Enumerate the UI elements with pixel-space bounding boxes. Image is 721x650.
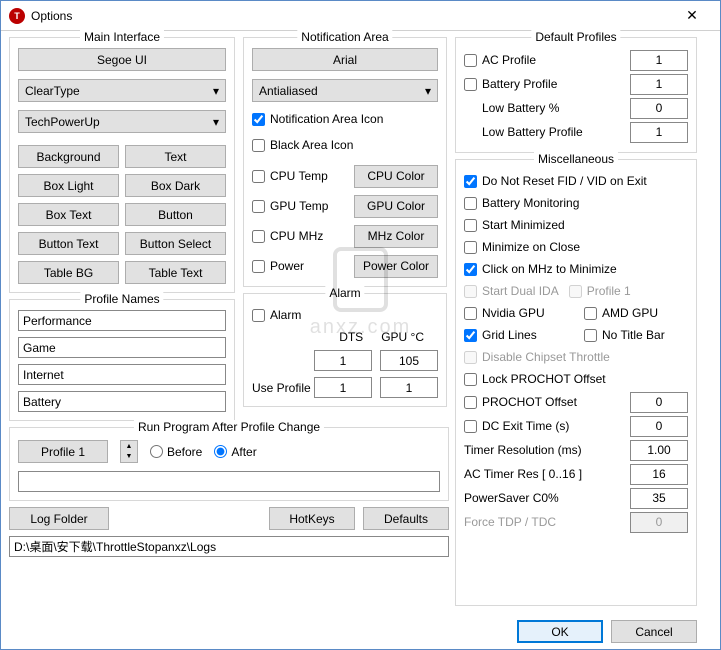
after-radio[interactable]: After (214, 445, 256, 459)
close-button[interactable]: ✕ (672, 3, 712, 29)
profile-spinner[interactable]: ▲▼ (120, 440, 138, 463)
boxtext-btn[interactable]: Box Text (18, 203, 119, 226)
profile-4-input[interactable] (18, 391, 226, 412)
lowbat-profile-val[interactable] (630, 122, 688, 143)
timer-res-val[interactable] (630, 440, 688, 461)
chipset-chk: Disable Chipset Throttle (464, 346, 688, 368)
notif-icon-chk[interactable]: Notification Area Icon (252, 108, 438, 130)
boxlight-btn[interactable]: Box Light (18, 174, 119, 197)
run-after-group: Run Program After Profile Change Profile… (9, 427, 449, 501)
profile-names-group: Profile Names (9, 299, 235, 421)
chevron-down-icon: ▾ (213, 84, 219, 98)
no-reset-chk[interactable]: Do Not Reset FID / VID on Exit (464, 170, 688, 192)
profile-select-btn[interactable]: Profile 1 (18, 440, 108, 463)
nvidia-chk[interactable]: Nvidia GPU (464, 302, 574, 324)
tabletext-btn[interactable]: Table Text (125, 261, 226, 284)
notitle-chk[interactable]: No Title Bar (584, 324, 665, 346)
profile1-chk: Profile 1 (569, 280, 631, 302)
powersaver-val[interactable] (630, 488, 688, 509)
bg-btn[interactable]: Background (18, 145, 119, 168)
click-mhz-chk[interactable]: Click on MHz to Minimize (464, 258, 688, 280)
use-dts-input[interactable] (314, 377, 372, 398)
ok-button[interactable]: OK (517, 620, 603, 643)
notif-font-btn[interactable]: Arial (252, 48, 438, 71)
gpuc-input[interactable] (380, 350, 438, 371)
bat-mon-chk[interactable]: Battery Monitoring (464, 192, 688, 214)
chevron-down-icon: ▾ (213, 115, 219, 129)
profile-3-input[interactable] (18, 364, 226, 385)
ac-profile-val[interactable] (630, 50, 688, 71)
cpu-temp-chk[interactable]: CPU Temp (252, 165, 328, 187)
dts-input[interactable] (314, 350, 372, 371)
bat-profile-chk[interactable]: Battery Profile (464, 73, 557, 95)
bat-profile-val[interactable] (630, 74, 688, 95)
button-btn[interactable]: Button (125, 203, 226, 226)
notification-group: Notification Area Arial Antialiased▾ Not… (243, 37, 447, 287)
lowbat-pct-val[interactable] (630, 98, 688, 119)
notif-render-select[interactable]: Antialiased▾ (252, 79, 438, 102)
misc-group: Miscellaneous Do Not Reset FID / VID on … (455, 159, 697, 606)
window-title: Options (31, 9, 672, 23)
default-profiles-group: Default Profiles AC Profile Battery Prof… (455, 37, 697, 153)
ac-profile-chk[interactable]: AC Profile (464, 49, 536, 71)
alarm-group: Alarm Alarm DTSGPU °C Use Profile (243, 293, 447, 407)
gridlines-chk[interactable]: Grid Lines (464, 324, 574, 346)
dc-exit-chk[interactable]: DC Exit Time (s) (464, 415, 569, 437)
tablebg-btn[interactable]: Table BG (18, 261, 119, 284)
start-min-chk[interactable]: Start Minimized (464, 214, 688, 236)
ac-timer-val[interactable] (630, 464, 688, 485)
cancel-button[interactable]: Cancel (611, 620, 697, 643)
dc-exit-val[interactable] (630, 416, 688, 437)
text-btn[interactable]: Text (125, 145, 226, 168)
prochot-offset-val[interactable] (630, 392, 688, 413)
boxdark-btn[interactable]: Box Dark (125, 174, 226, 197)
run-path-input[interactable] (18, 471, 440, 492)
buttontext-btn[interactable]: Button Text (18, 232, 119, 255)
main-interface-group: Main Interface Segoe UI ClearType▾ TechP… (9, 37, 235, 293)
log-folder-btn[interactable]: Log Folder (9, 507, 109, 530)
black-icon-chk[interactable]: Black Area Icon (252, 134, 438, 156)
amd-chk[interactable]: AMD GPU (584, 302, 658, 324)
force-tdp-val (630, 512, 688, 533)
alarm-chk[interactable]: Alarm (252, 304, 438, 326)
chevron-down-icon: ▾ (425, 84, 431, 98)
cpu-mhz-chk[interactable]: CPU MHz (252, 225, 323, 247)
mhz-color-btn[interactable]: MHz Color (354, 225, 438, 248)
buttonsel-btn[interactable]: Button Select (125, 232, 226, 255)
font-button[interactable]: Segoe UI (18, 48, 226, 71)
power-chk[interactable]: Power (252, 255, 304, 277)
prochot-offset-chk[interactable]: PROCHOT Offset (464, 391, 577, 413)
app-icon: T (9, 8, 25, 24)
gpu-temp-chk[interactable]: GPU Temp (252, 195, 328, 217)
theme-select[interactable]: TechPowerUp▾ (18, 110, 226, 133)
gpu-color-btn[interactable]: GPU Color (354, 195, 438, 218)
power-color-btn[interactable]: Power Color (354, 255, 438, 278)
render-select[interactable]: ClearType▾ (18, 79, 226, 102)
use-gpu-input[interactable] (380, 377, 438, 398)
profile-2-input[interactable] (18, 337, 226, 358)
lock-prochot-chk[interactable]: Lock PROCHOT Offset (464, 368, 688, 390)
profile-1-input[interactable] (18, 310, 226, 331)
min-close-chk[interactable]: Minimize on Close (464, 236, 688, 258)
cpu-color-btn[interactable]: CPU Color (354, 165, 438, 188)
before-radio[interactable]: Before (150, 445, 202, 459)
dual-ida-chk: Start Dual IDA (464, 280, 559, 302)
